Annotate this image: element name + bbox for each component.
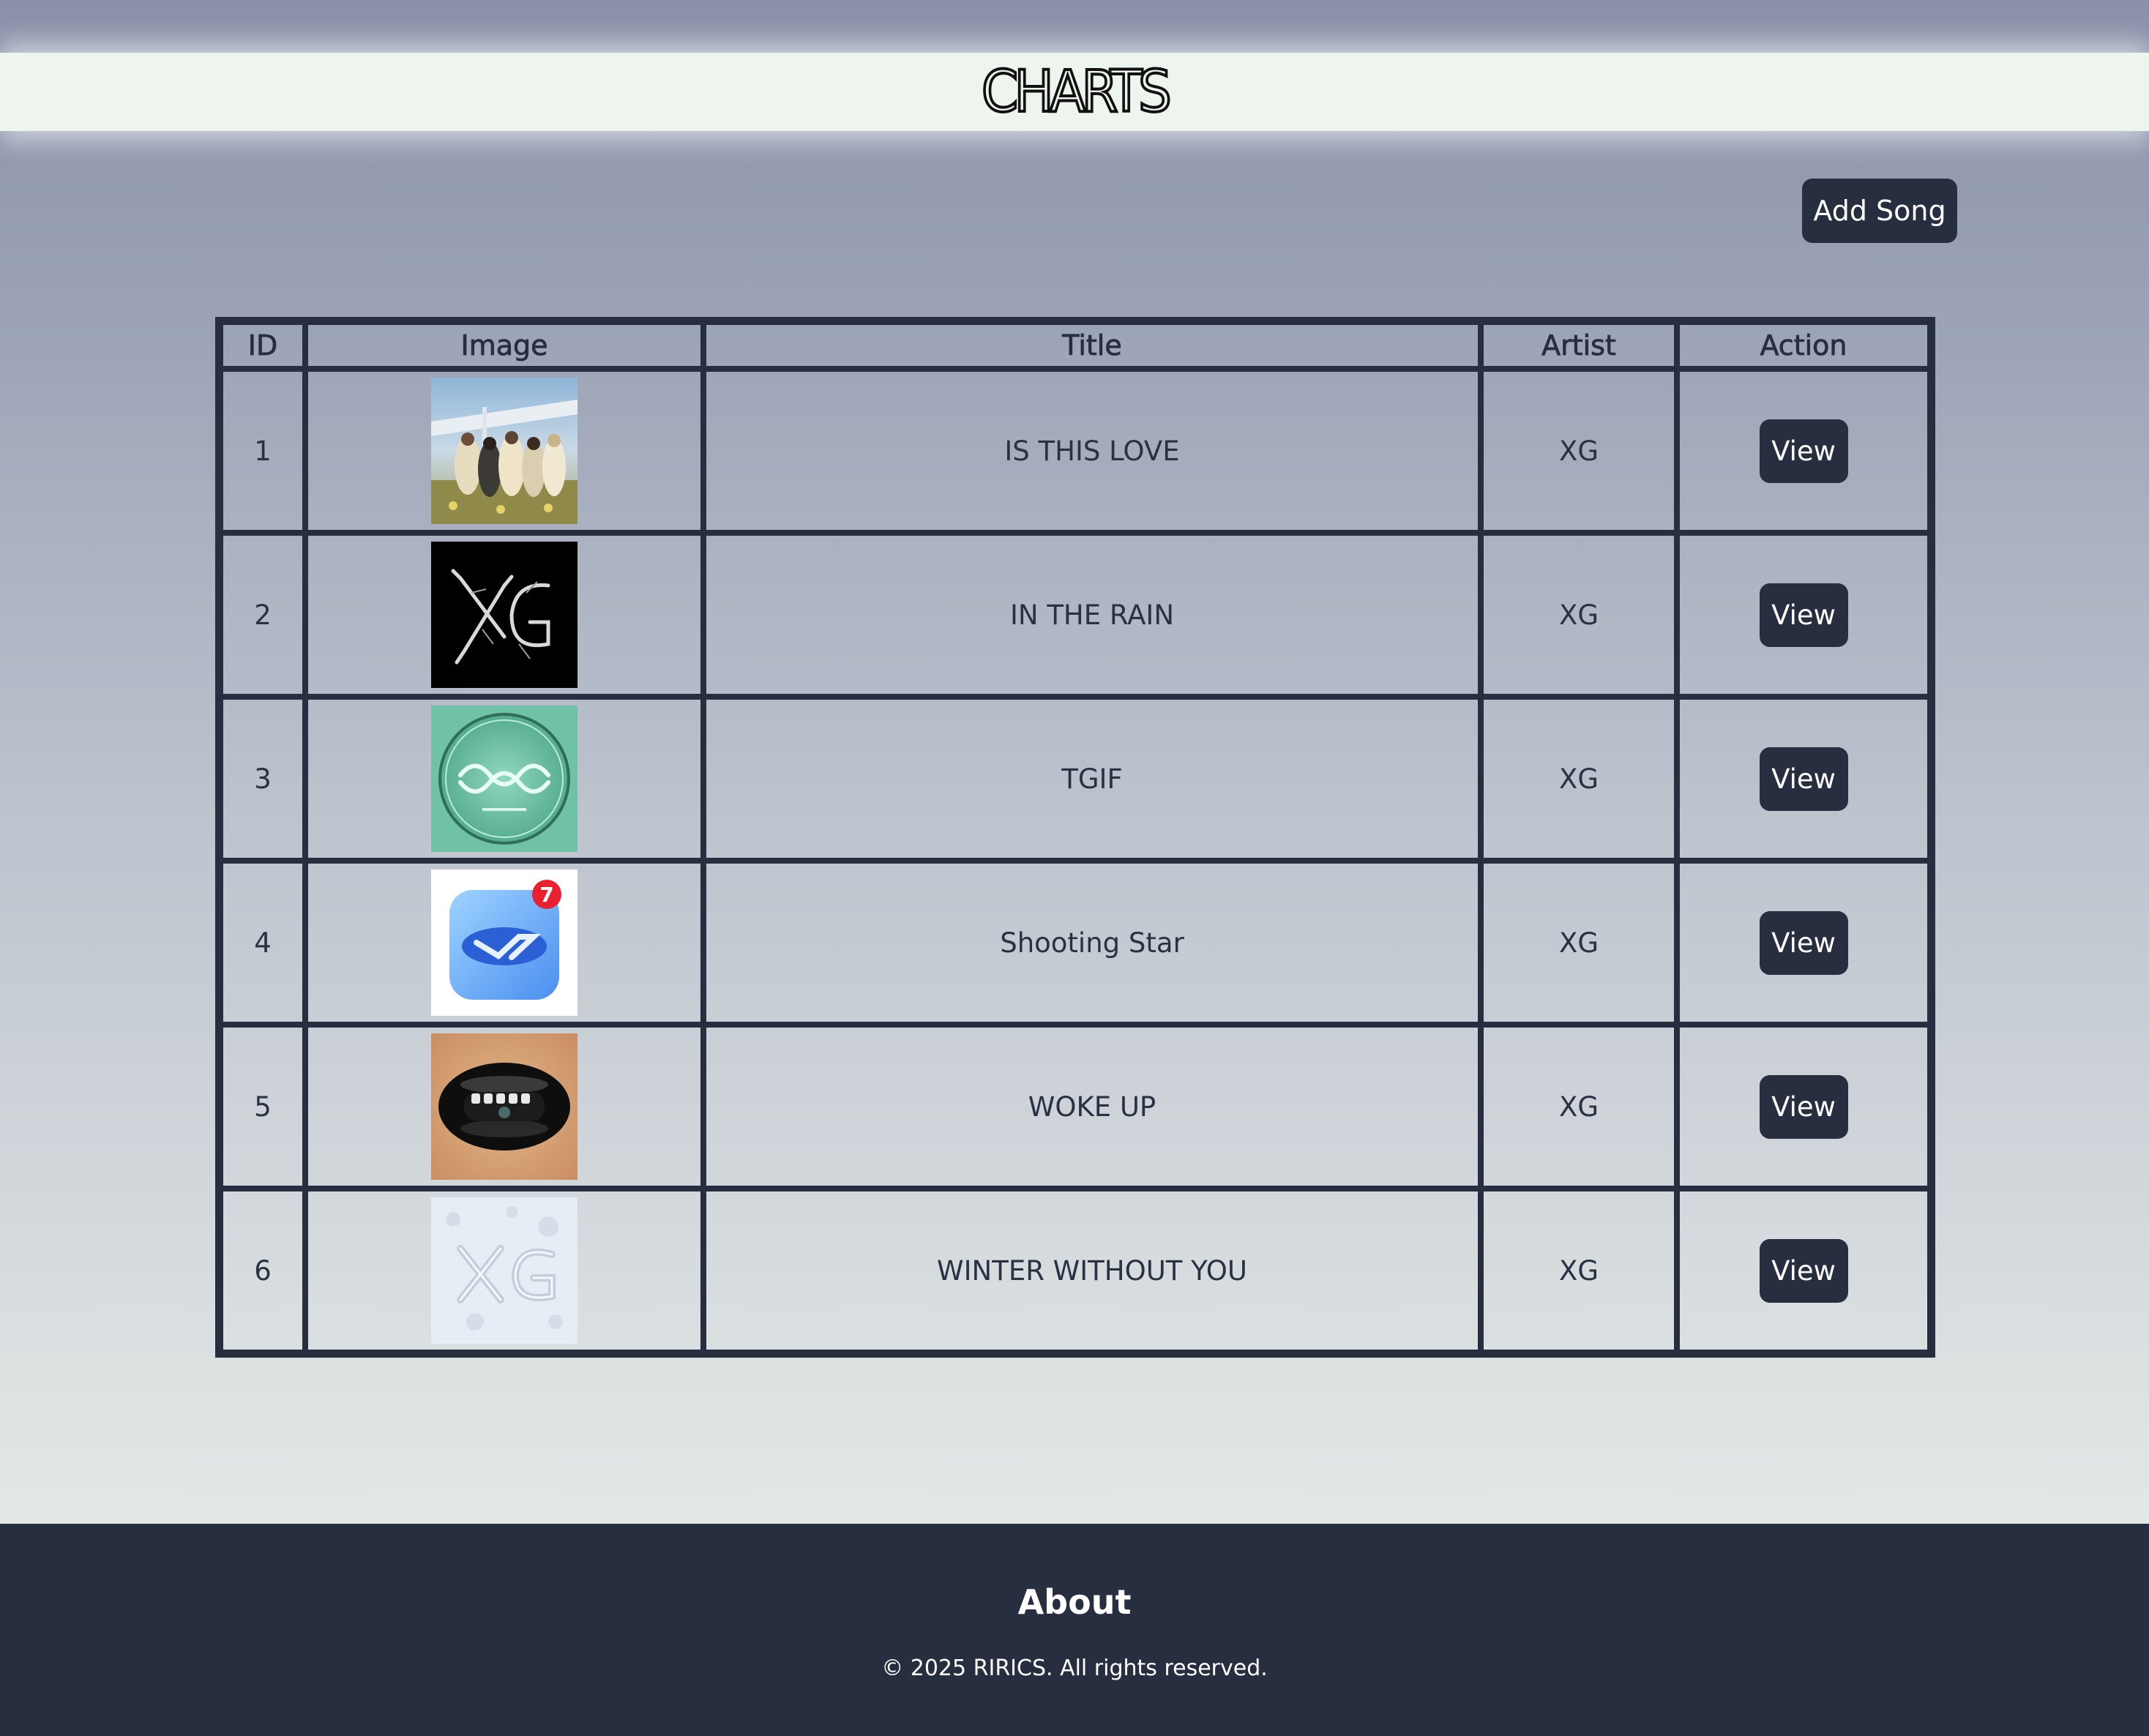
- view-button[interactable]: View: [1759, 419, 1848, 483]
- cell-image: [305, 533, 703, 697]
- cell-image: [305, 1189, 703, 1352]
- add-song-button[interactable]: Add Song: [1802, 179, 1957, 243]
- green-emblem-cover: [431, 706, 578, 852]
- cell-title: WOKE UP: [703, 1025, 1481, 1189]
- cell-action: View: [1677, 1189, 1930, 1352]
- cell-title: IN THE RAIN: [703, 533, 1481, 697]
- cell-action: View: [1677, 697, 1930, 861]
- cell-id: 5: [220, 1025, 305, 1189]
- table-header-row: ID Image Title Artist Action: [220, 322, 1930, 369]
- cell-artist: XG: [1481, 697, 1677, 861]
- table-row: 2 IN THE RAIN XG View: [220, 533, 1930, 697]
- cell-image: 7: [305, 861, 703, 1025]
- view-button[interactable]: View: [1759, 747, 1848, 811]
- cell-action: View: [1677, 861, 1930, 1025]
- cell-action: View: [1677, 1025, 1930, 1189]
- column-header-artist: Artist: [1481, 322, 1677, 369]
- cell-action: View: [1677, 533, 1930, 697]
- notification-badge: 7: [539, 883, 553, 907]
- view-button[interactable]: View: [1759, 1074, 1848, 1139]
- footer-about-heading: About: [1017, 1582, 1132, 1622]
- table-row: 1 IS THIS LOVE XG View: [220, 369, 1930, 533]
- cell-title: WINTER WITHOUT YOU: [703, 1189, 1481, 1352]
- column-header-title: Title: [703, 322, 1481, 369]
- cell-image: [305, 697, 703, 861]
- cell-artist: XG: [1481, 1189, 1677, 1352]
- cell-artist: XG: [1481, 369, 1677, 533]
- cell-id: 1: [220, 369, 305, 533]
- view-button[interactable]: View: [1759, 583, 1848, 647]
- cell-artist: XG: [1481, 533, 1677, 697]
- table-row: 4 7 Shooting Star XG View: [220, 861, 1930, 1025]
- cell-id: 2: [220, 533, 305, 697]
- cell-image: [305, 369, 703, 533]
- black-lips-cover: [431, 1033, 578, 1180]
- footer-copyright: © 2025 RIRICS. All rights reserved.: [881, 1655, 1268, 1681]
- cell-image: [305, 1025, 703, 1189]
- cell-id: 6: [220, 1189, 305, 1352]
- cell-action: View: [1677, 369, 1930, 533]
- charts-table: ID Image Title Artist Action 1 IS THIS L…: [215, 317, 1935, 1358]
- footer: About © 2025 RIRICS. All rights reserved…: [0, 1524, 2149, 1736]
- column-header-id: ID: [220, 322, 305, 369]
- table-row: 5 WOKE UP XG View: [220, 1025, 1930, 1189]
- view-button[interactable]: View: [1759, 1238, 1848, 1303]
- header-bar: CHARTS: [0, 53, 2149, 131]
- cell-artist: XG: [1481, 1025, 1677, 1189]
- table-row: 6 WINTER WITHOUT YOU XG View: [220, 1189, 1930, 1352]
- cell-artist: XG: [1481, 861, 1677, 1025]
- snow-xg-cover: [431, 1197, 578, 1344]
- column-header-action: Action: [1677, 322, 1930, 369]
- cell-title: IS THIS LOVE: [703, 369, 1481, 533]
- column-header-image: Image: [305, 322, 703, 369]
- chrome-xg-logo-cover: [431, 542, 578, 688]
- view-button[interactable]: View: [1759, 910, 1848, 975]
- cell-title: Shooting Star: [703, 861, 1481, 1025]
- cell-id: 3: [220, 697, 305, 861]
- cell-id: 4: [220, 861, 305, 1025]
- group-photo-cover: [431, 378, 578, 524]
- app-icon-cover: 7: [431, 869, 578, 1016]
- site-logo[interactable]: CHARTS: [980, 62, 1173, 122]
- table-row: 3 TGIF XG View: [220, 697, 1930, 861]
- cell-title: TGIF: [703, 697, 1481, 861]
